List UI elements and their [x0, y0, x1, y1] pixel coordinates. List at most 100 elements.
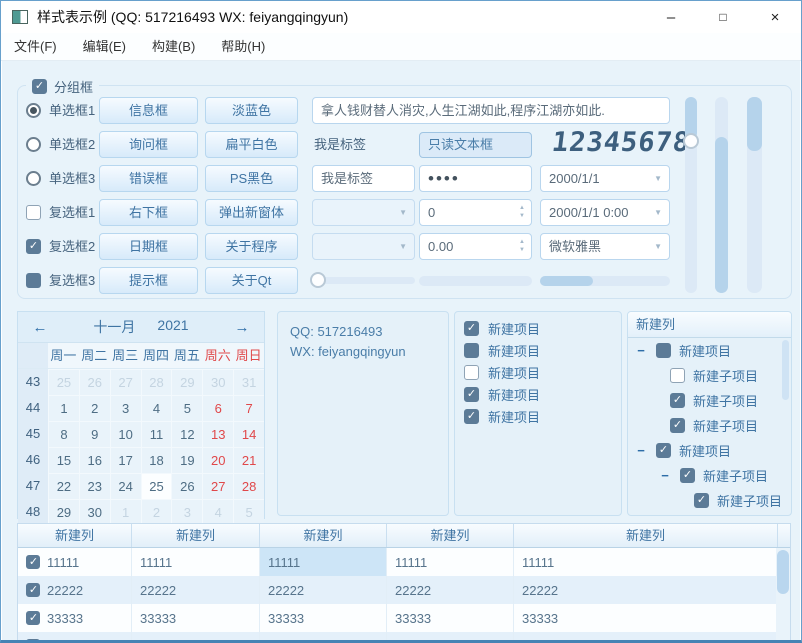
calendar-day[interactable]: 27 — [202, 473, 233, 499]
table-cell[interactable]: 33333 — [260, 604, 387, 632]
table-row[interactable]: 1111111111111111111111111 — [18, 548, 790, 576]
style-button[interactable]: 弹出新窗体 — [205, 199, 298, 226]
table-header-cell[interactable]: 新建列 — [260, 524, 387, 547]
calendar-day[interactable]: 27 — [110, 369, 141, 395]
tree-item[interactable]: −新建子项目 — [628, 463, 791, 488]
calendar-day[interactable]: 21 — [233, 447, 264, 473]
menu-item[interactable]: 帮助(H) — [208, 33, 278, 61]
table-row[interactable]: 3333333333333333333333333 — [18, 604, 790, 632]
calendar-day[interactable]: 4 — [202, 499, 233, 525]
table-cell[interactable]: 11111 — [18, 548, 132, 576]
calendar-day[interactable]: 16 — [79, 447, 110, 473]
close-button[interactable]: × — [749, 1, 801, 33]
calendar-day[interactable]: 19 — [171, 447, 202, 473]
calendar-day[interactable]: 26 — [171, 473, 202, 499]
table-header-cell[interactable]: 新建列 — [514, 524, 778, 547]
maximize-button[interactable]: □ — [697, 1, 749, 33]
item-checkbox[interactable] — [464, 409, 479, 424]
slider-handle[interactable] — [310, 272, 326, 288]
readonly-textbox[interactable]: 只读文本框 — [419, 132, 532, 158]
collapse-icon[interactable]: − — [634, 443, 648, 458]
item-checkbox[interactable] — [464, 343, 479, 358]
item-checkbox[interactable] — [670, 393, 685, 408]
list-item[interactable]: 新建项目 — [455, 339, 621, 361]
calendar-day[interactable]: 24 — [110, 473, 141, 499]
calendar-day[interactable]: 18 — [141, 447, 172, 473]
tree-item[interactable]: −新建项目 — [628, 438, 791, 463]
calendar-day[interactable]: 5 — [233, 499, 264, 525]
table-cell[interactable]: 22222 — [387, 576, 514, 604]
tree-column-header[interactable]: 新建列 — [628, 312, 791, 338]
calendar-day[interactable]: 2 — [141, 499, 172, 525]
spinbox-arrows-icon[interactable]: ▲▼ — [519, 205, 525, 219]
table-cell[interactable]: 22222 — [260, 576, 387, 604]
calendar-day[interactable]: 22 — [48, 473, 79, 499]
radio-button[interactable] — [26, 171, 41, 186]
notes-textarea[interactable]: QQ: 517216493WX: feiyangqingyun — [277, 311, 449, 516]
style-button[interactable]: 扁平白色 — [205, 131, 298, 158]
calendar-day[interactable]: 31 — [233, 369, 264, 395]
calendar-day[interactable]: 23 — [79, 473, 110, 499]
calendar-day[interactable]: 11 — [141, 421, 172, 447]
calendar-day[interactable]: 29 — [48, 499, 79, 525]
calendar-day[interactable]: 12 — [171, 421, 202, 447]
table-scrollbar-handle[interactable] — [777, 550, 789, 594]
table-cell[interactable]: 33333 — [387, 604, 514, 632]
list-item[interactable]: 新建项目 — [455, 405, 621, 427]
table-header-cell[interactable]: 新建列 — [387, 524, 514, 547]
calendar-day[interactable]: 1 — [48, 395, 79, 421]
calendar-day[interactable]: 15 — [48, 447, 79, 473]
date-combobox[interactable]: 2000/1/1 ▼ — [540, 165, 670, 192]
calendar-prev-icon[interactable]: ← — [18, 319, 62, 336]
calendar-day[interactable]: 17 — [110, 447, 141, 473]
calendar-day[interactable]: 5 — [171, 395, 202, 421]
calendar-day[interactable]: 28 — [141, 369, 172, 395]
calendar-day[interactable]: 3 — [171, 499, 202, 525]
calendar-month[interactable]: 十一月 — [93, 317, 135, 337]
table-cell[interactable]: 22222 — [514, 576, 778, 604]
table-row[interactable]: 2222222222222222222222222 — [18, 576, 790, 604]
radio-button[interactable] — [26, 137, 41, 152]
table-cell[interactable]: 33333 — [132, 604, 260, 632]
int-spinbox[interactable]: 0 ▲▼ — [419, 199, 532, 226]
tree-item[interactable]: −新建项目 — [628, 338, 791, 363]
name-input[interactable]: 我是标签 — [312, 165, 415, 192]
table-cell[interactable]: 22222 — [132, 576, 260, 604]
calendar-day[interactable]: 14 — [233, 421, 264, 447]
table-cell[interactable]: 44444 — [18, 632, 132, 643]
radio-button[interactable] — [26, 103, 41, 118]
item-checkbox[interactable] — [694, 493, 709, 508]
table-cell[interactable]: 44444 — [260, 632, 387, 643]
menu-item[interactable]: 编辑(E) — [70, 33, 139, 61]
calendar-day[interactable]: 20 — [202, 447, 233, 473]
dialog-button[interactable]: 信息框 — [99, 97, 198, 124]
font-combobox[interactable]: 微软雅黑 ▼ — [540, 233, 670, 260]
tree-item[interactable]: 新建子项目 — [628, 388, 791, 413]
calendar-day[interactable]: 10 — [110, 421, 141, 447]
dialog-button[interactable]: 询问框 — [99, 131, 198, 158]
table-cell[interactable]: 44444 — [514, 632, 778, 643]
dialog-button[interactable]: 日期框 — [99, 233, 198, 260]
quote-input[interactable]: 拿人钱财替人消灾,人生江湖如此,程序江湖亦如此. — [312, 97, 670, 124]
tree-item[interactable]: 新建子项目 — [628, 363, 791, 388]
style-button[interactable]: 关于程序 — [205, 233, 298, 260]
tree-scrollbar[interactable] — [782, 340, 789, 400]
table-cell[interactable]: 33333 — [514, 604, 778, 632]
groupbox-checkbox[interactable] — [32, 79, 47, 94]
spinbox-arrows-icon[interactable]: ▲▼ — [519, 239, 525, 253]
calendar-day[interactable]: 30 — [202, 369, 233, 395]
menu-item[interactable]: 文件(F) — [1, 33, 70, 61]
list-item[interactable]: 新建项目 — [455, 361, 621, 383]
table-cell[interactable]: 11111 — [514, 548, 778, 576]
item-checkbox[interactable] — [680, 468, 695, 483]
row-checkbox[interactable] — [26, 583, 40, 597]
item-checkbox[interactable] — [670, 368, 685, 383]
collapse-icon[interactable]: − — [634, 343, 648, 358]
datetime-combobox[interactable]: 2000/1/1 0:00 ▼ — [540, 199, 670, 226]
calendar-day[interactable]: 9 — [79, 421, 110, 447]
calendar-day[interactable]: 3 — [110, 395, 141, 421]
table-cell[interactable]: 33333 — [18, 604, 132, 632]
table-cell[interactable]: 11111 — [132, 548, 260, 576]
calendar-day[interactable]: 13 — [202, 421, 233, 447]
table-row[interactable]: 4444444444444444444444444 — [18, 632, 790, 643]
